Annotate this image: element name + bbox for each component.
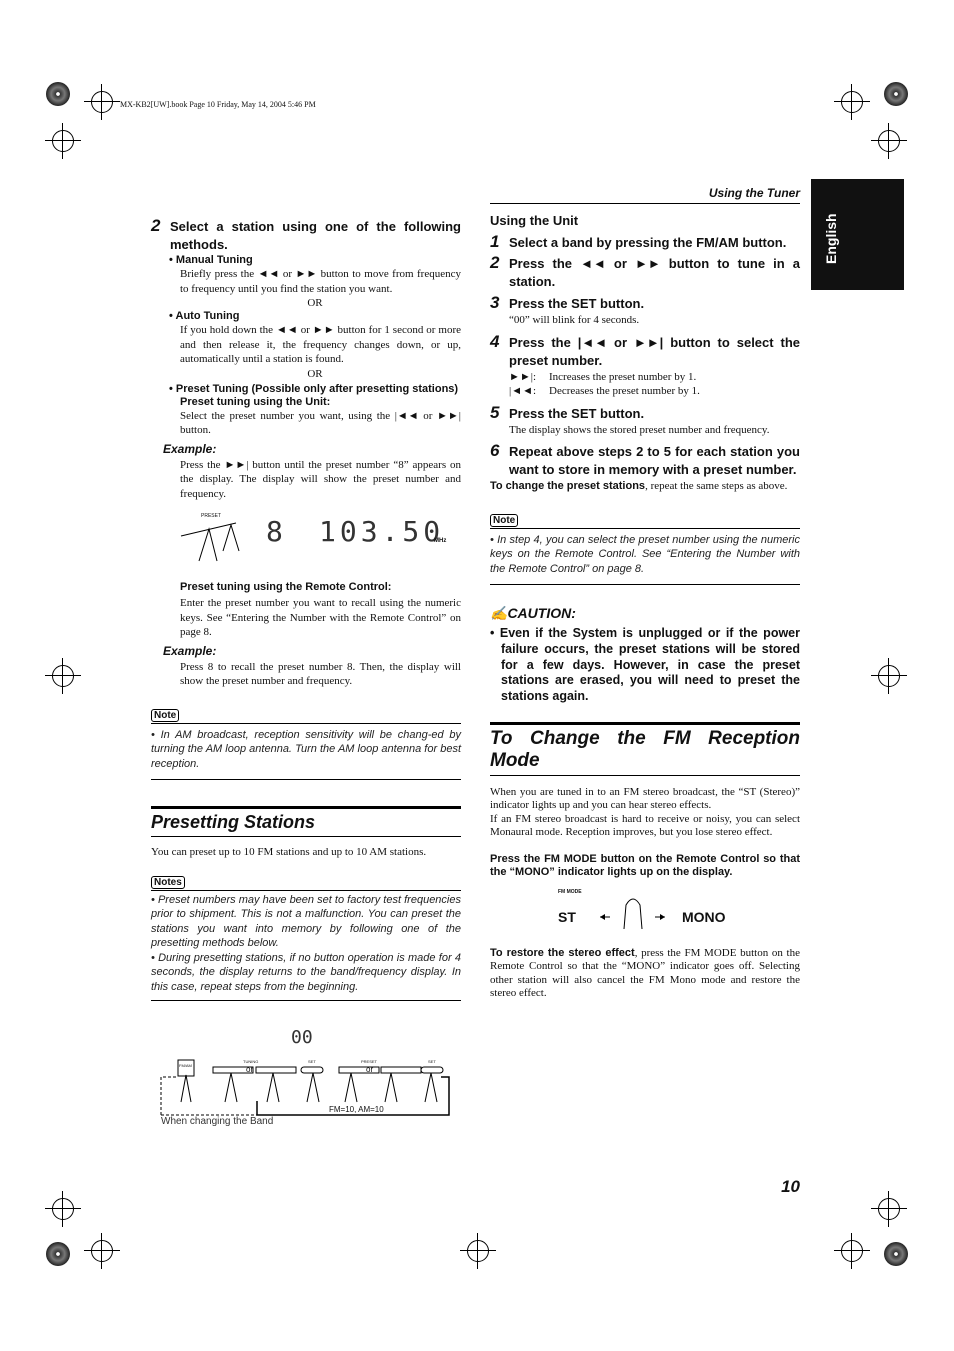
- section-title-fm-mode: To Change the FM Reception Mode: [490, 721, 800, 776]
- display-preset: 8: [266, 515, 286, 548]
- flow-arrows-icon: [160, 1059, 450, 1116]
- display-frequency: 103.50: [319, 515, 445, 548]
- caution-hand-icon: ✍: [490, 605, 508, 621]
- running-header: Using the Tuner: [490, 186, 800, 204]
- registration-disc-icon: [884, 82, 908, 106]
- note-icon: Note: [490, 513, 519, 527]
- unit-step-3: 3 Press the SET button.: [490, 293, 645, 312]
- crop-mark-icon: [84, 1233, 120, 1269]
- crop-mark-icon: [871, 658, 907, 694]
- crop-mark-icon: [871, 1191, 907, 1227]
- crop-mark-icon: [460, 1233, 496, 1269]
- crop-mark-icon: [84, 84, 120, 120]
- registration-disc-icon: [884, 1242, 908, 1266]
- unit-step-1: 1 Select a band by pressing the FM/AM but…: [490, 232, 787, 251]
- unit-step-4: 4 Press the |◄◄ or ►►| button to select t…: [490, 331, 800, 368]
- fm-mode-diagram: FM MODE ST MONO: [490, 879, 800, 937]
- caution-heading: ✍CAUTION:: [490, 605, 576, 621]
- crop-mark-icon: [45, 1191, 81, 1227]
- unit-step-5: 5 Press the SET button.: [490, 402, 645, 422]
- crop-mark-icon: [834, 84, 870, 120]
- file-info: MX-KB2[UW].book Page 10 Friday, May 14, …: [120, 100, 316, 109]
- notes-icon: Notes: [151, 875, 185, 889]
- note-icon: Note: [151, 708, 180, 722]
- fm-mode-button-icon: [600, 898, 665, 930]
- unit-step-2: 2 Press the ◄◄ or ►► button to tune in a …: [490, 253, 800, 290]
- left-column: 2 Select a station using one of the follo…: [151, 216, 461, 1001]
- step-2: 2 Select a station using one of the follo…: [151, 216, 461, 253]
- right-column: Using the Unit 1 Select a band by pressin…: [490, 213, 800, 1000]
- crop-mark-icon: [834, 1233, 870, 1269]
- section-title-presetting: Presetting Stations: [151, 806, 461, 837]
- registration-disc-icon: [46, 1242, 70, 1266]
- unit-step-6: 6 Repeat above steps 2 to 5 for each stat…: [490, 441, 800, 478]
- crop-mark-icon: [45, 658, 81, 694]
- crop-mark-icon: [871, 123, 907, 159]
- presetting-flow-diagram: 00 FM/AM TUNING or SET PRESET or SET FM=…: [151, 1025, 461, 1135]
- crop-mark-icon: [45, 123, 81, 159]
- registration-disc-icon: [46, 82, 70, 106]
- display-example: PRESET 8 103.50 MHz: [151, 501, 461, 571]
- page-number: 10: [781, 1177, 800, 1196]
- language-tab: English: [811, 179, 904, 290]
